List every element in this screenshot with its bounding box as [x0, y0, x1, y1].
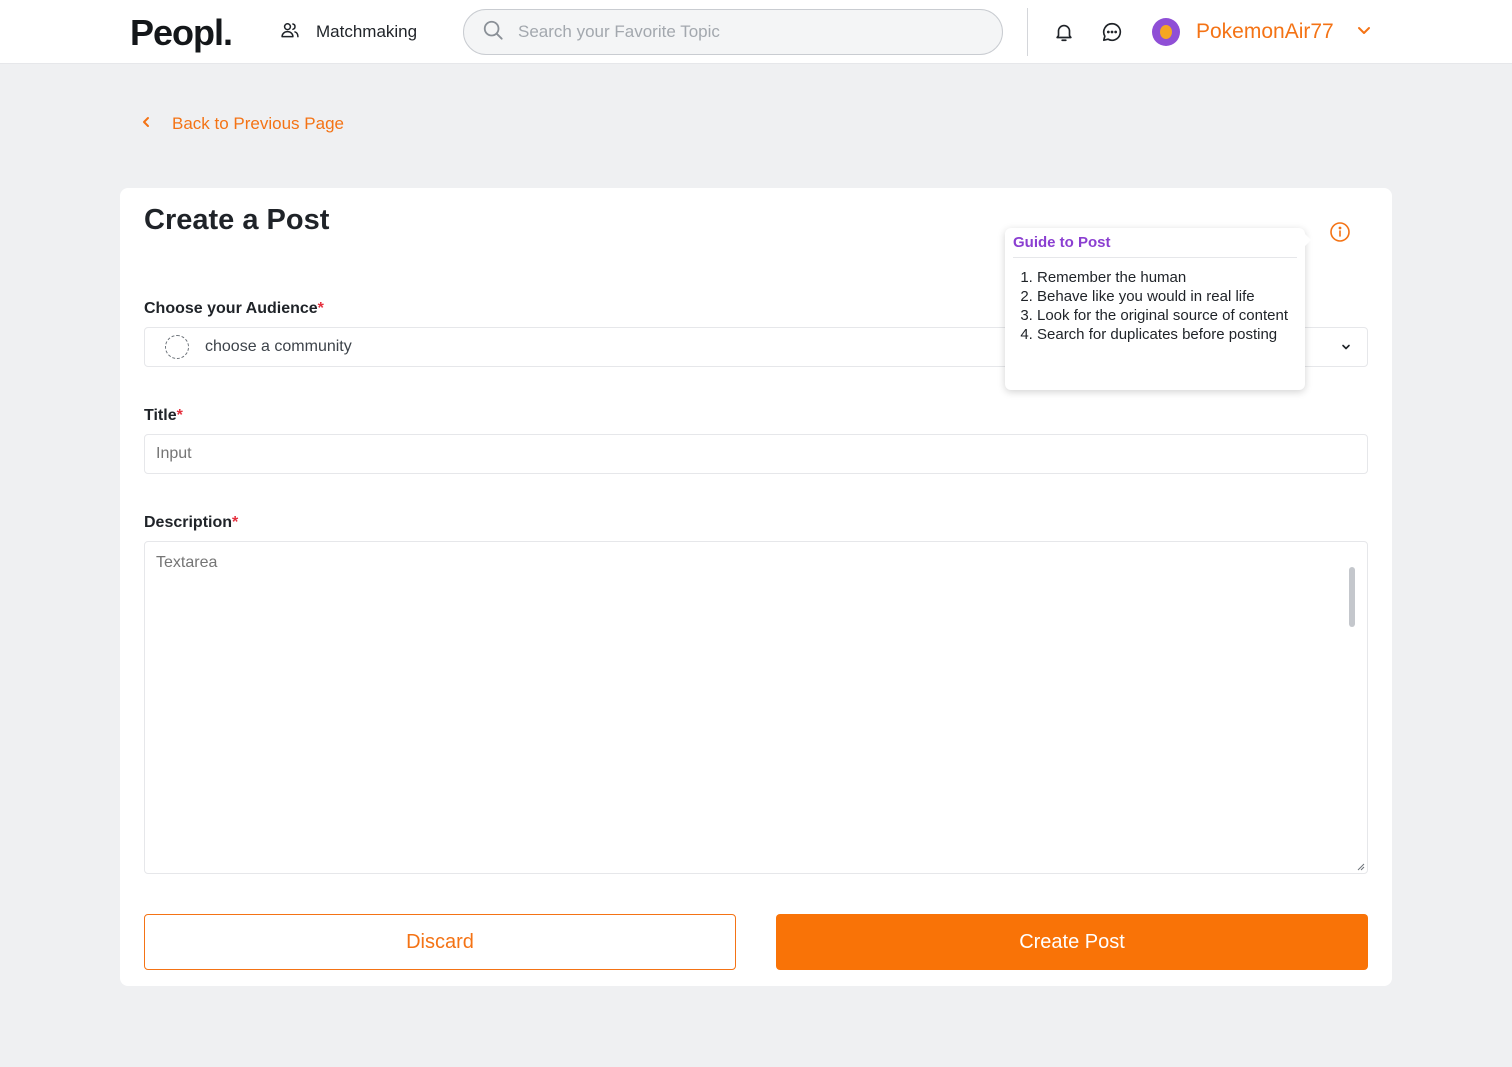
- title-label-text: Title: [144, 407, 177, 424]
- bell-icon[interactable]: [1052, 20, 1076, 44]
- guide-item: Remember the human: [1037, 268, 1297, 287]
- chevron-down-icon[interactable]: [1339, 340, 1353, 354]
- back-link-label: Back to Previous Page: [172, 114, 344, 133]
- description-textarea[interactable]: [156, 554, 1336, 854]
- user-menu[interactable]: PokemonAir77: [1152, 16, 1372, 48]
- guide-title: Guide to Post: [1013, 234, 1297, 258]
- search-bar[interactable]: [463, 9, 1003, 55]
- nav-matchmaking[interactable]: Matchmaking: [280, 18, 417, 46]
- search-input[interactable]: [518, 22, 978, 42]
- resize-grip-icon[interactable]: [1357, 863, 1365, 871]
- title-label: Title*: [144, 407, 183, 425]
- required-mark: *: [232, 514, 239, 531]
- description-label-text: Description: [144, 514, 233, 531]
- audience-placeholder: choose a community: [205, 338, 352, 355]
- guide-item: Behave like you would in real life: [1037, 287, 1297, 306]
- top-navbar: Peopl. Matchmaking PokemonAir77: [0, 0, 1512, 64]
- info-icon[interactable]: [1329, 221, 1351, 243]
- community-placeholder-icon: [165, 335, 189, 359]
- chevron-left-icon: [140, 114, 152, 134]
- audience-label: Choose your Audience*: [144, 300, 324, 318]
- guide-tooltip: Guide to Post Remember the human Behave …: [1005, 228, 1311, 390]
- header-divider: [1027, 8, 1028, 56]
- guide-item: Search for duplicates before posting: [1037, 325, 1297, 344]
- guide-list: Remember the human Behave like you would…: [1013, 268, 1297, 344]
- description-field[interactable]: [144, 541, 1368, 874]
- required-mark: *: [317, 300, 324, 317]
- back-link[interactable]: Back to Previous Page: [140, 114, 344, 134]
- description-label: Description*: [144, 514, 238, 532]
- title-field[interactable]: [144, 434, 1368, 474]
- required-mark: *: [176, 407, 183, 424]
- users-icon: [280, 20, 300, 45]
- title-input[interactable]: [156, 445, 1346, 463]
- username[interactable]: PokemonAir77: [1196, 20, 1334, 44]
- search-icon: [482, 19, 504, 46]
- logo[interactable]: Peopl.: [130, 12, 233, 54]
- avatar[interactable]: [1152, 18, 1180, 46]
- audience-label-text: Choose your Audience: [144, 300, 318, 317]
- guide-item: Look for the original source of content: [1037, 306, 1297, 325]
- discard-button[interactable]: Discard: [144, 914, 736, 970]
- create-post-button[interactable]: Create Post: [776, 914, 1368, 970]
- scrollbar[interactable]: [1349, 567, 1355, 627]
- chat-icon[interactable]: [1100, 20, 1124, 44]
- chevron-down-icon[interactable]: [1350, 22, 1372, 43]
- nav-matchmaking-label: Matchmaking: [316, 22, 418, 41]
- page-title: Create a Post: [144, 204, 330, 236]
